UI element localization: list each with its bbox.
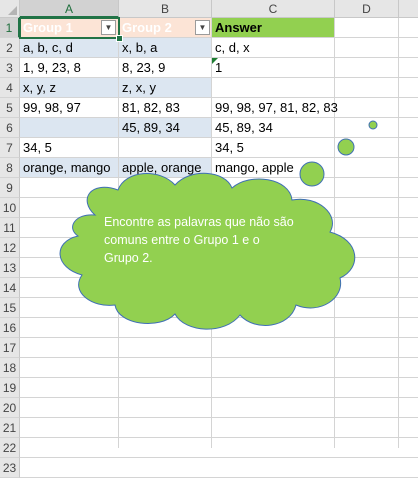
bubble-dot-large (299, 161, 325, 187)
gridline (20, 457, 418, 458)
callout-text: Encontre as palavras que não são comuns … (104, 215, 294, 265)
row-header[interactable]: 23 (0, 458, 20, 478)
bubble-dot-medium (337, 138, 355, 156)
bubble-dot-small (368, 120, 378, 130)
